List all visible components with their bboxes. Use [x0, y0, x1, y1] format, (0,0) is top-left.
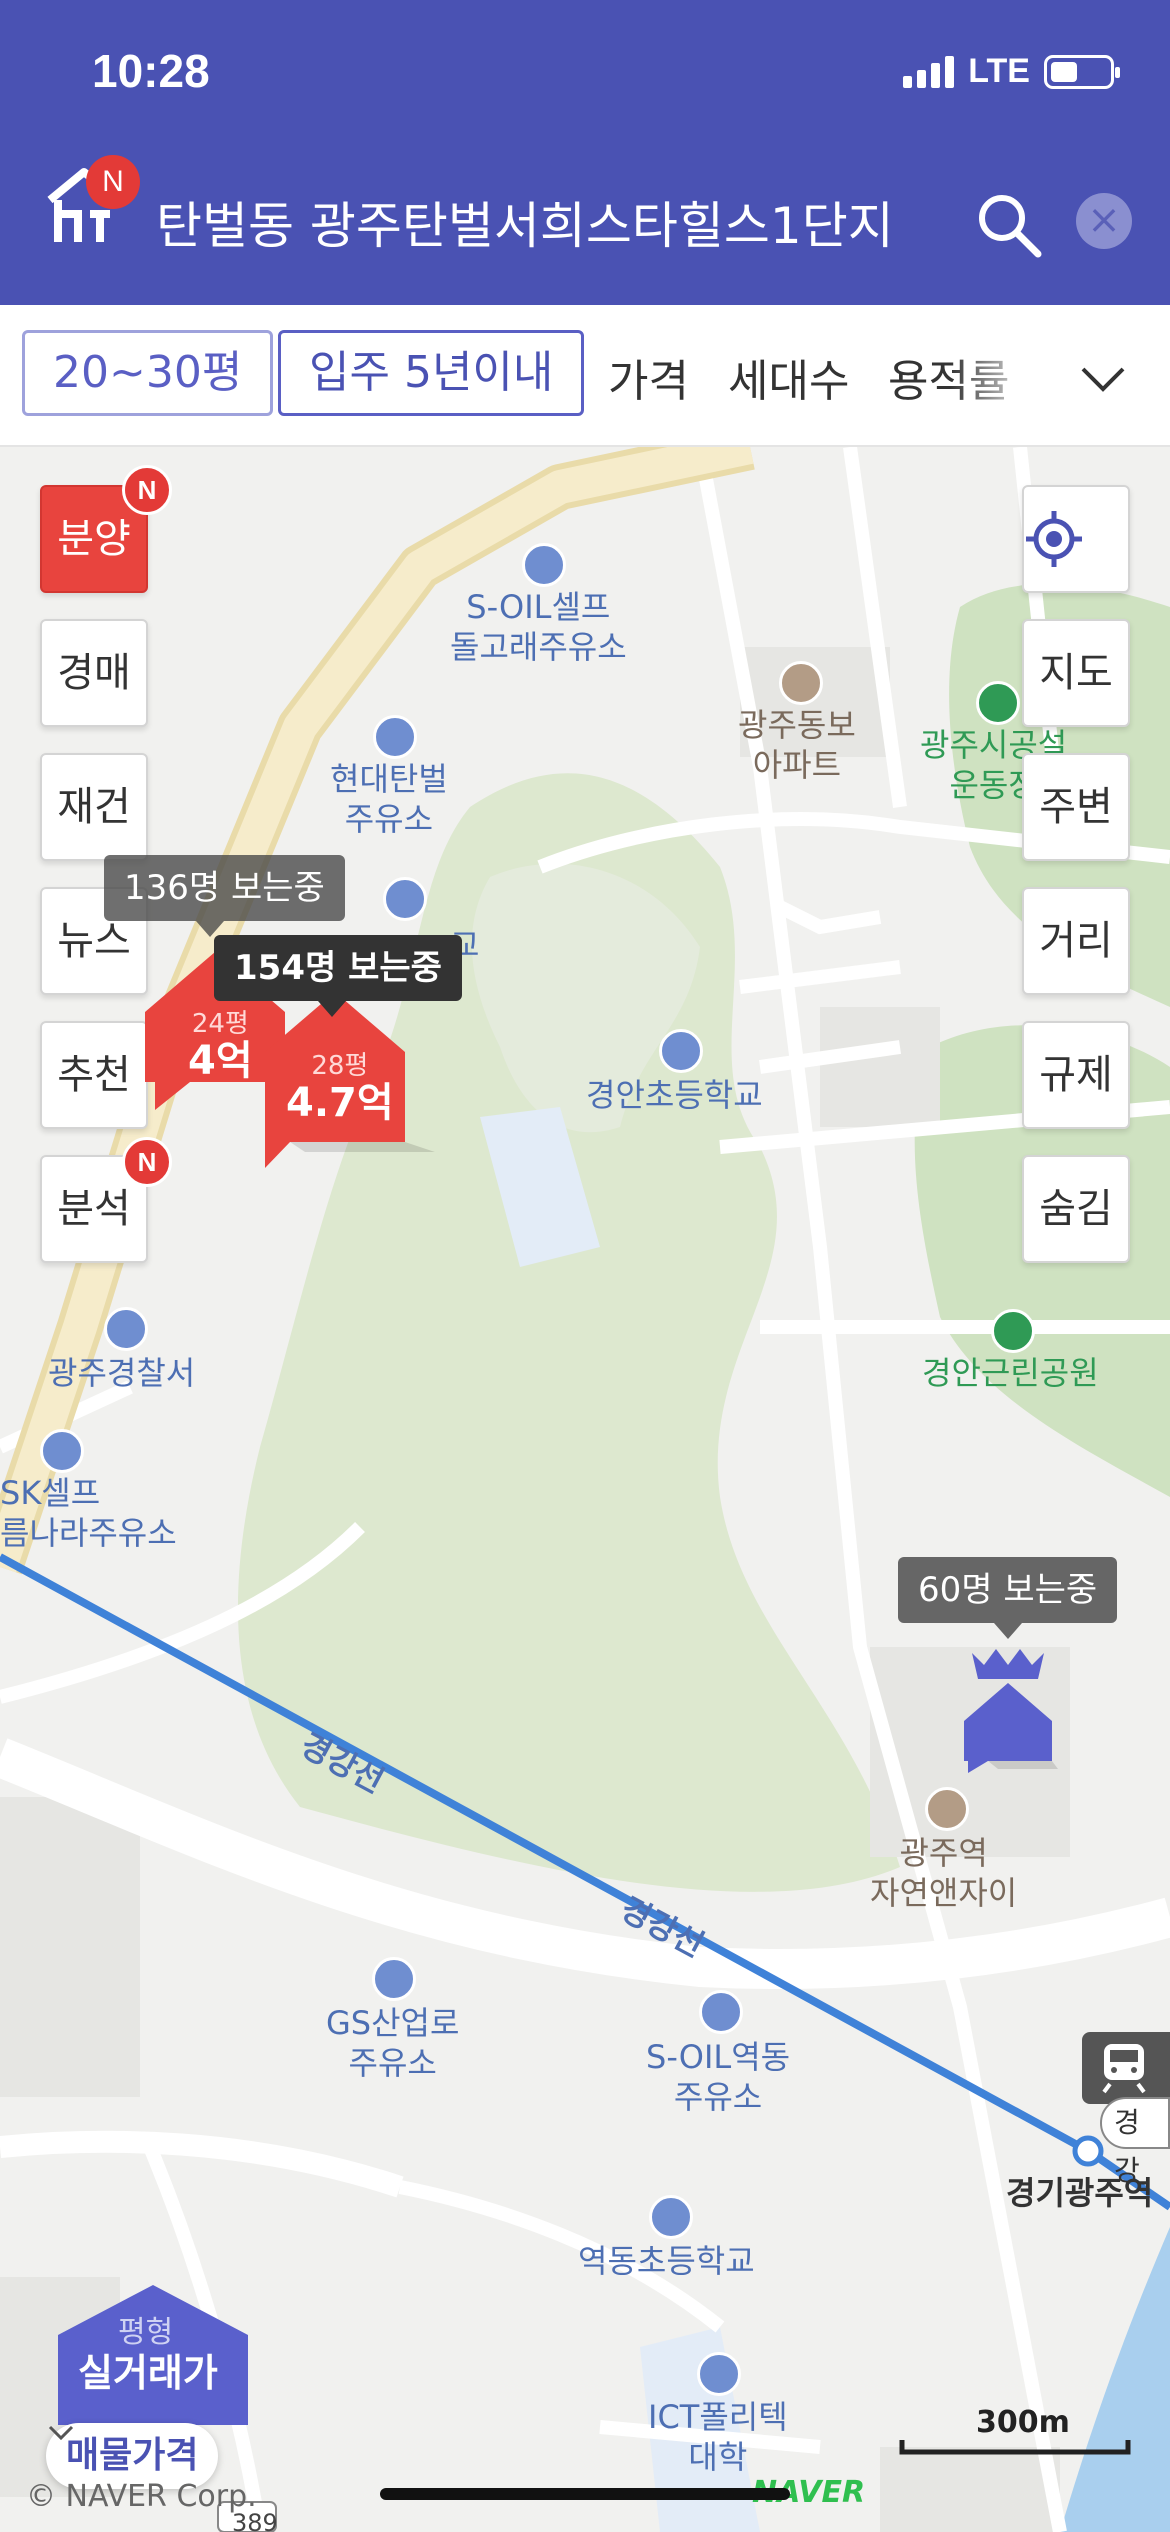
network-type: LTE	[968, 52, 1030, 90]
poi-gyeongan-park[interactable]: 경안근린공원	[922, 1353, 1099, 1393]
apartment-icon	[779, 661, 823, 705]
filter-households[interactable]: 세대수	[728, 345, 849, 409]
gas-station-icon	[40, 1429, 84, 1473]
school-icon	[383, 877, 427, 921]
battery-icon	[1044, 54, 1120, 89]
home-indicator	[380, 2488, 790, 2500]
subway-icon[interactable]	[1082, 2032, 1170, 2104]
menu-hide[interactable]: 숨김	[1022, 1155, 1130, 1263]
chevron-down-icon[interactable]	[1078, 353, 1128, 403]
school-icon	[649, 2195, 693, 2239]
gas-station-icon	[522, 543, 566, 587]
viewer-count-tooltip: 136명 보는중	[104, 855, 345, 921]
filter-price[interactable]: 가격	[608, 345, 689, 409]
gas-station-icon	[373, 715, 417, 759]
my-location-button[interactable]	[1022, 485, 1130, 593]
price-type-label[interactable]: 실거래가	[78, 2353, 218, 2393]
school-icon	[659, 1029, 703, 1073]
marker-price: 4.7억	[286, 1080, 394, 1126]
filter-chip-move-in[interactable]: 입주 5년이내	[278, 330, 585, 416]
rail-line-badge: 경강	[1100, 2097, 1170, 2187]
poi-hyundai-gas[interactable]: 현대탄벌 주유소	[330, 759, 448, 839]
gas-station-icon	[372, 1957, 416, 2001]
apartment-icon	[925, 1787, 969, 1831]
park-icon	[991, 1309, 1035, 1353]
price-type-label-small: 평형	[118, 2315, 174, 2350]
stadium-icon	[976, 681, 1020, 725]
menu-regulation[interactable]: 규제	[1022, 1021, 1130, 1129]
poi-ict-polytech[interactable]: ICT폴리텍 대학	[648, 2397, 788, 2477]
poi-gs-gas[interactable]: GS산업로 주유소	[326, 2003, 459, 2083]
marker-size: 24평	[191, 1009, 249, 1039]
status-time: 10:28	[92, 45, 210, 97]
poi-gyeongan-elementary[interactable]: 경안초등학교	[586, 1075, 763, 1115]
map-view[interactable]: S-OIL셀프 돌고래주유소 현대탄벌 주유소 광주동보 아파트 광주시공설 운동장 교…	[0, 447, 1170, 2532]
police-icon	[104, 1307, 148, 1351]
app-header: 10:28 LTE N 탄벌동 광주탄벌서희스타힐스1단지 ×	[0, 0, 1170, 305]
road-number: 389	[232, 2509, 278, 2532]
school-icon	[697, 2352, 741, 2396]
menu-recommend[interactable]: 추천	[40, 1021, 148, 1129]
menu-auction[interactable]: 경매	[40, 619, 148, 727]
crown-house-marker-icon[interactable]	[958, 1643, 1058, 1773]
marker-price: 4억	[188, 1038, 253, 1084]
viewer-count-tooltip: 154명 보는중	[214, 935, 462, 1001]
viewer-count-tooltip: 60명 보는중	[898, 1557, 1118, 1623]
map-scale: 300m	[976, 2405, 1070, 2440]
poi-xi-apartment[interactable]: 광주역 자연앤자이	[870, 1833, 1017, 1913]
marker-size: 28평	[311, 1051, 369, 1081]
menu-distance[interactable]: 거리	[1022, 887, 1130, 995]
poi-sk-gas[interactable]: SK셀프 름나라주유소	[0, 1473, 177, 1553]
poi-yeokdong-elementary[interactable]: 역동초등학교	[578, 2241, 755, 2281]
search-query[interactable]: 탄벌동 광주탄벌서희스타힐스1단지	[156, 186, 894, 258]
map-copyright: © NAVER Corp.	[26, 2479, 257, 2514]
presale-new-badge: N	[122, 465, 172, 515]
clear-search-button[interactable]: ×	[1076, 193, 1132, 249]
price-type-dropdown-label: 매물가격	[66, 2435, 199, 2476]
poi-s-oil-dolgorae[interactable]: S-OIL셀프 돌고래주유소	[450, 587, 627, 667]
logo-new-badge: N	[86, 155, 140, 209]
poi-police-station[interactable]: 광주경찰서	[48, 1353, 195, 1393]
search-icon[interactable]	[974, 190, 1044, 260]
filter-bar: 20~30평 입주 5년이내 가격 세대수 용적률	[0, 305, 1170, 447]
menu-map[interactable]: 지도	[1022, 619, 1130, 727]
poi-s-oil-yeokdong[interactable]: S-OIL역동 주유소	[646, 2037, 790, 2117]
chevron-down-icon	[48, 2425, 74, 2441]
listing-marker-28[interactable]: 28평 4.7억	[286, 1051, 394, 1125]
filter-chip-size[interactable]: 20~30평	[22, 330, 274, 416]
menu-nearby[interactable]: 주변	[1022, 753, 1130, 861]
poi-dongbo-apt[interactable]: 광주동보 아파트	[738, 705, 856, 785]
location-target-icon	[1026, 511, 1082, 567]
signal-icon	[903, 55, 955, 88]
gas-station-icon	[699, 1990, 743, 2034]
listing-marker-24[interactable]: 24평 4억	[188, 1009, 253, 1083]
menu-reconstruction[interactable]: 재건	[40, 753, 148, 861]
status-indicators: LTE	[903, 52, 1120, 91]
